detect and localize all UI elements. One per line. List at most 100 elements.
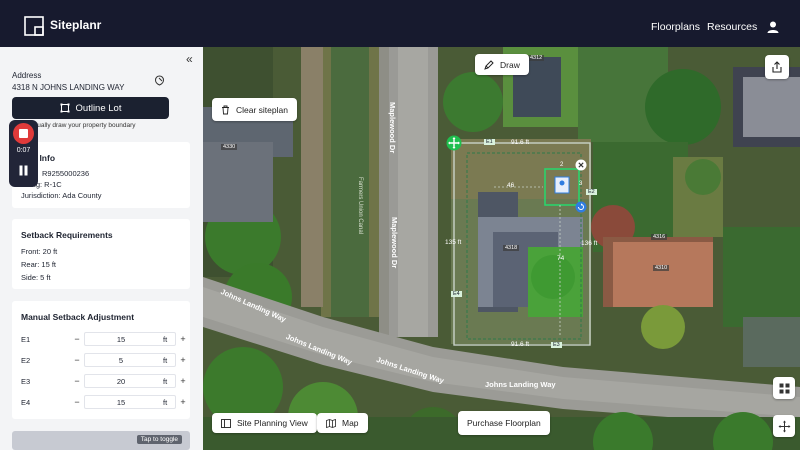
decrement-button[interactable]: − [71,395,83,409]
stop-recording-button[interactable] [13,123,34,144]
top-navigation-bar: Siteplanr Floorplans Resources [0,0,800,47]
outline-square-icon [60,103,70,113]
site-planning-view-button[interactable]: Site Planning View [212,413,317,433]
clear-siteplan-label: Clear siteplan [236,104,288,115]
selection-dimension-label: 2 [560,162,564,168]
decrement-button[interactable]: − [71,353,83,367]
increment-button[interactable]: + [177,332,189,346]
share-button[interactable] [765,55,789,79]
setback-value-field[interactable]: 15 ft [84,332,176,346]
setback-requirements-card: Setback Requirements Front: 20 ft Rear: … [12,219,190,289]
site-planning-view-label: Site Planning View [237,418,308,428]
edge-tag-e2[interactable]: E2 [586,189,597,195]
lot-dimension-bottom: 91.6 ft [511,341,530,348]
setback-side: Side: 5 ft [21,273,51,282]
manual-setback-title: Manual Setback Adjustment [21,312,135,322]
collapse-sidebar-icon[interactable]: « [186,52,193,66]
move-arrows-icon [778,420,790,432]
setback-row-label: E1 [21,335,31,344]
lot-dimension-left: 135 ft [445,239,462,246]
siteplanr-logo-icon[interactable] [24,16,44,36]
nav-resources[interactable]: Resources [707,21,757,33]
grid-icon [779,383,789,393]
purchase-floorplan-label: Purchase Floorplan [467,418,541,428]
setback-value: 15 [116,335,126,344]
edit-address-icon[interactable] [154,75,165,86]
setback-row-label: E4 [21,398,31,407]
draw-label: Draw [500,59,520,70]
setback-unit: ft [163,377,168,386]
setback-unit: ft [163,398,168,407]
edge-tag-e1[interactable]: E1 [484,139,495,145]
outline-hint-text: anually draw your property boundary [30,122,136,129]
share-icon [772,61,782,73]
parcel-jurisdiction: Jurisdiction: Ada County [21,191,102,200]
brand-name[interactable]: Siteplanr [50,18,101,32]
street-label-maplewood: Maplewood Dr [390,217,399,269]
street-label-johns-landing: Johns Landing Way [485,380,556,389]
setback-value: 15 [116,398,126,407]
setback-unit: ft [163,356,168,365]
purchase-floorplan-button[interactable]: Purchase Floorplan [458,411,550,435]
house-number-label: 4310 [653,265,670,271]
setback-row-e4: E4 − 15 ft + [21,395,186,409]
decrement-button[interactable]: − [71,374,83,388]
parcel-id: R9255000236 [42,169,90,178]
structure-width-label: 46 [507,182,515,189]
setback-row-label: E3 [21,377,31,386]
collapsed-panel-strip[interactable]: Tap to toggle [12,431,190,450]
tap-to-toggle-hint[interactable]: Tap to toggle [136,435,182,444]
setback-rear: Rear: 15 ft [21,260,57,269]
increment-button[interactable]: + [177,353,189,367]
setback-value: 5 [118,356,124,365]
setback-row-e1: E1 − 15 ft + [21,332,186,346]
screen-recorder-widget: 0:07 [9,120,38,187]
parcel-info-card: el Info R9255000236 ing: R-1C Jurisdicti… [12,142,190,208]
move-lot-handle-icon[interactable] [446,135,462,151]
manual-setback-card: Manual Setback Adjustment E1 − 15 ft + E… [12,301,190,419]
sidebar-panel: « Address 4318 N JOHNS LANDING WAY Outli… [0,47,203,450]
draw-button[interactable]: Draw [475,54,529,75]
setback-value-field[interactable]: 5 ft [84,353,176,367]
setback-value-field[interactable]: 15 ft [84,395,176,409]
nav-floorplans[interactable]: Floorplans [651,21,700,33]
pencil-icon [484,59,494,70]
user-account-icon[interactable] [766,20,780,34]
house-number-label: 4312 [528,55,545,61]
address-value: 4318 N JOHNS LANDING WAY [12,83,125,92]
setback-unit: ft [163,335,168,344]
setback-row-label: E2 [21,356,31,365]
decrement-button[interactable]: − [71,332,83,346]
canal-label: Farmers Union Canal [357,177,363,235]
structure-depth-label: 74 [557,255,565,262]
street-label-maplewood: Maplewood Dr [388,102,397,154]
map-view-label: Map [342,418,359,428]
setback-row-e3: E3 − 20 ft + [21,374,186,388]
house-number-label: 4330 [221,144,238,150]
lot-dimension-top: 91.6 ft [511,139,530,146]
house-number-label: 4318 [503,245,520,251]
clear-siteplan-button[interactable]: Clear siteplan [212,98,297,121]
recording-time: 0:07 [16,147,31,154]
address-label: Address [12,71,42,80]
setback-value-field[interactable]: 20 ft [84,374,176,388]
setback-row-e2: E2 − 5 ft + [21,353,186,367]
house-number-label: 4316 [651,234,668,240]
increment-button[interactable]: + [177,374,189,388]
setback-requirements-title: Setback Requirements [21,230,113,240]
selection-dimension-label: 3 [579,181,583,187]
rotate-selection-icon[interactable] [575,201,587,213]
setback-value: 20 [116,377,126,386]
close-selection-icon[interactable] [575,159,587,171]
pause-icon[interactable] [18,165,29,176]
setback-front: Front: 20 ft [21,247,58,256]
recenter-map-button[interactable] [773,415,795,437]
satellite-map[interactable]: Maplewood Dr Maplewood Dr Farmers Union … [203,47,800,450]
edge-tag-e3[interactable]: E3 [551,342,562,348]
outline-lot-button[interactable]: Outline Lot [12,97,169,119]
edge-tag-e4[interactable]: E4 [451,291,462,297]
increment-button[interactable]: + [177,395,189,409]
map-view-button[interactable]: Map [317,413,368,433]
grid-view-button[interactable] [773,377,795,399]
trash-icon [222,105,229,114]
